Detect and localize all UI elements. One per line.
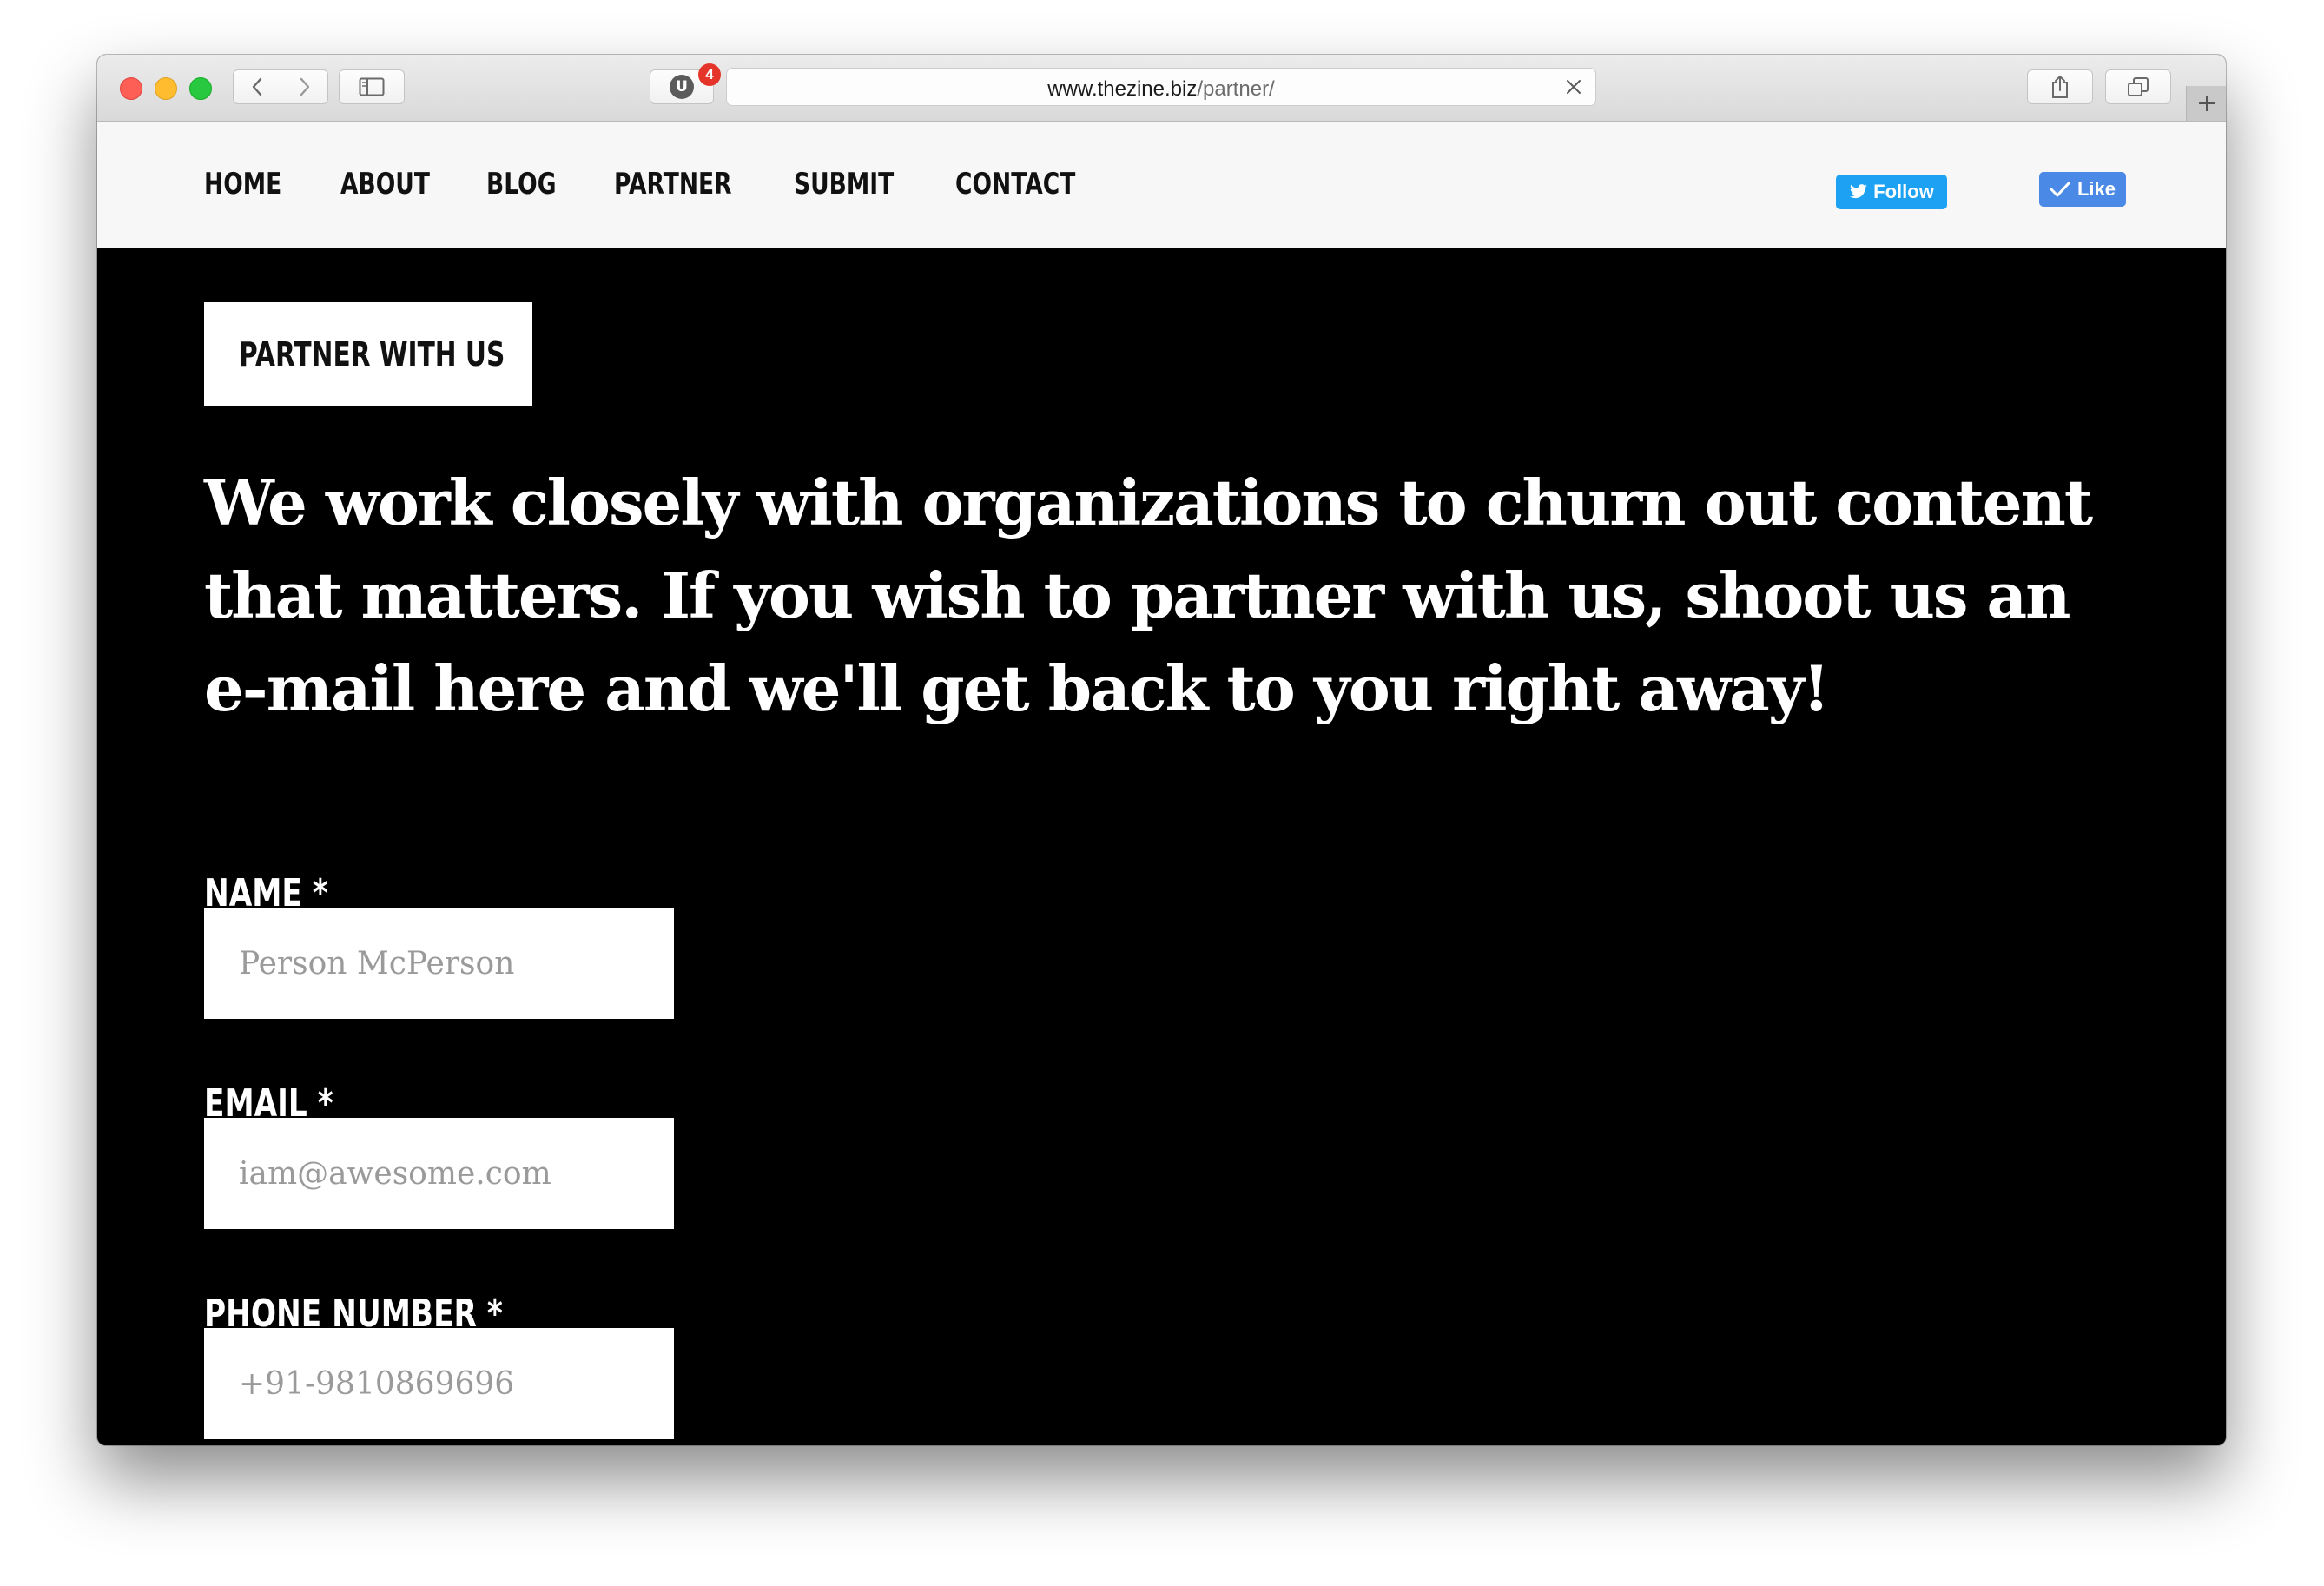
- nav-about[interactable]: ABOUT: [340, 167, 430, 202]
- url-text: www.thezine.biz/partner/: [727, 77, 1595, 102]
- site-nav: HOME ABOUT BLOG PARTNER SUBMIT CONTACT F…: [97, 122, 2226, 248]
- facebook-like-button[interactable]: Like: [2039, 172, 2126, 207]
- close-window-button[interactable]: [120, 77, 142, 100]
- tabs-overview-icon: [2128, 77, 2149, 96]
- show-tabs-button[interactable]: [2105, 69, 2171, 104]
- sidebar-toggle-button[interactable]: [339, 69, 405, 104]
- nav-submit[interactable]: SUBMIT: [794, 167, 894, 202]
- email-input[interactable]: [204, 1118, 674, 1229]
- twitter-bird-icon: [1850, 184, 1868, 199]
- checkmark-icon: [2050, 182, 2070, 197]
- section-badge-label: PARTNER WITH US: [239, 334, 505, 373]
- share-icon: [2052, 76, 2068, 98]
- section-badge: PARTNER WITH US: [204, 302, 532, 406]
- address-bar[interactable]: www.thezine.biz/partner/: [726, 68, 1596, 106]
- nav-contact[interactable]: CONTACT: [955, 167, 1075, 202]
- url-path: /partner/: [1197, 77, 1275, 101]
- twitter-follow-button[interactable]: Follow: [1836, 175, 1947, 209]
- nav-partner[interactable]: PARTNER: [614, 167, 732, 202]
- chevron-right-icon: [300, 77, 310, 96]
- browser-toolbar: U 4 www.thezine.biz/partner/: [97, 55, 2226, 122]
- partner-headline: We work closely with organizations to ch…: [204, 466, 2093, 725]
- ublock-shield-icon: U: [670, 75, 694, 99]
- forward-button[interactable]: [281, 70, 328, 103]
- nav-home[interactable]: HOME: [204, 167, 281, 202]
- back-button[interactable]: [234, 70, 281, 103]
- plus-icon: [2199, 96, 2215, 111]
- phone-input[interactable]: [204, 1328, 674, 1439]
- sidebar-icon: [359, 77, 385, 96]
- nav-blog[interactable]: BLOG: [486, 167, 556, 202]
- zoom-window-button[interactable]: [189, 77, 212, 100]
- url-host: www.thezine.biz: [1047, 77, 1198, 101]
- share-button[interactable]: [2027, 69, 2093, 104]
- twitter-follow-label: Follow: [1873, 181, 1934, 202]
- name-input[interactable]: [204, 908, 674, 1019]
- history-nav-group: [233, 69, 328, 104]
- stop-loading-button[interactable]: [1562, 76, 1585, 98]
- extension-count-badge: 4: [698, 63, 721, 86]
- new-tab-button[interactable]: [2186, 86, 2226, 121]
- chevron-left-icon: [252, 77, 262, 96]
- close-icon: [1567, 80, 1581, 94]
- partner-section: PARTNER WITH US We work closely with org…: [97, 248, 2226, 1445]
- minimize-window-button[interactable]: [155, 77, 177, 100]
- browser-window: U 4 www.thezine.biz/partner/ HOME ABOUT …: [97, 55, 2226, 1445]
- facebook-like-label: Like: [2076, 178, 2116, 200]
